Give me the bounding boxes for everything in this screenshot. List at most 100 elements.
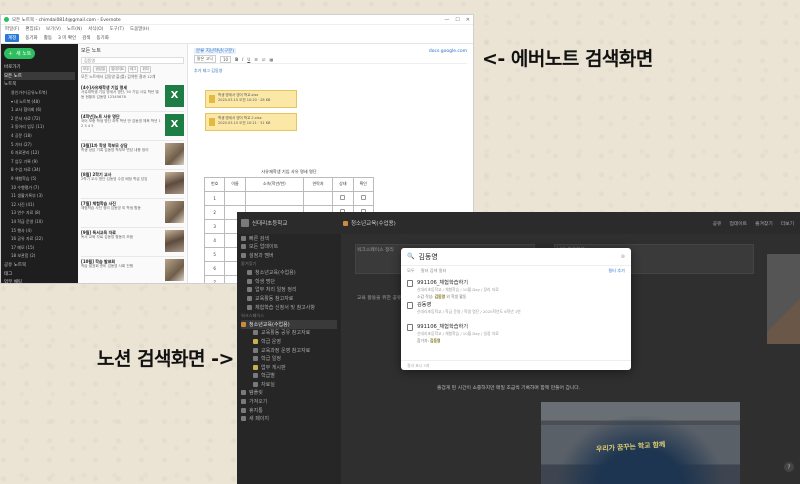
sidebar-item[interactable]: 휴지통 [241,406,337,415]
sidebar-item[interactable]: 8 수업 자료 (34) [4,166,75,175]
search-result[interactable]: 김동영 신대리초등학교 / 학급 운영 / 학생 명단 / 2020학년도 6학년… [401,298,631,320]
bold-icon[interactable]: B [235,57,238,62]
table-cell[interactable] [302,190,334,206]
checkbox-icon[interactable]: ☑ [262,57,266,62]
sidebar-item[interactable]: 6 자료관리 (12) [4,149,75,158]
search-input[interactable]: 김동영 [418,252,437,262]
sidebar-item[interactable]: 12 사진 (41) [4,201,75,210]
sidebar-item[interactable]: 2 문서 자료 (72) [4,115,75,124]
checkbox[interactable] [360,195,366,200]
sidebar-item[interactable]: 교육활동 공유 참고자료 [241,329,337,338]
updates-button[interactable]: 업데이트 [729,220,747,227]
sidebar-item[interactable]: 용인가수(공유노트북) [4,89,75,98]
menu-format[interactable]: 서식(O) [88,26,103,32]
search-result[interactable]: 991106_체험학습하기 신대리초등학교 / 체험학습 / 10월 Day / … [401,320,631,343]
sidebar-item[interactable]: 교육과정 운영 참고자료 [241,346,337,355]
filter-chip[interactable]: 모두 [81,66,92,73]
sidebar-item[interactable]: 모든 업데이트 [241,243,337,252]
sidebar-item[interactable]: 가져오기 [241,397,337,406]
sidebar-item[interactable]: 16 공유 자료 (22) [4,235,75,244]
list-item[interactable]: [10월] 학습 발표회 학습 발표회 준비 김동영 사회 진행 [81,257,184,283]
search-filter[interactable]: 필터 검색 필터 [421,268,447,274]
menu-help[interactable]: 도움말(H) [130,26,149,32]
sidebar-item[interactable]: 업무 게시판 [241,363,337,372]
maximize-button[interactable]: ☐ [455,17,459,23]
more-button[interactable]: 더보기 [781,220,794,227]
sidebar-item[interactable]: 교육활동 참고자료 [241,294,337,303]
help-icon[interactable]: ? [784,462,794,472]
sidebar-item[interactable]: 7 업무 기록 (9) [4,158,75,167]
sidebar-item[interactable]: 템플릿 [241,389,337,398]
tag-row[interactable]: 추가 태그 김동영 [194,68,467,74]
sidebar-item[interactable]: 학급 일정 [241,354,337,363]
font-select[interactable]: 맑은 고딕 [194,55,216,63]
minimize-button[interactable]: — [444,17,449,23]
sidebar-item[interactable]: 설정과 멤버 [241,251,337,260]
menu-note[interactable]: 노트(N) [67,26,82,32]
table-cell[interactable] [244,190,304,206]
clear-icon[interactable]: ⊗ [621,254,625,260]
menu-edit[interactable]: 편집(E) [25,26,40,32]
sidebar-item[interactable]: 10 수행평가 (7) [4,183,75,192]
account-button[interactable]: 계정 [5,34,20,42]
underline-icon[interactable]: U [247,57,250,62]
sidebar-item[interactable]: 노트북 [4,80,75,89]
search-scope[interactable]: 모두 [407,268,415,274]
filter-chip[interactable]: 위치 [140,66,151,73]
sidebar-item[interactable]: 11 생활기록부 (3) [4,192,75,201]
filter-chip[interactable]: 업데이트 [109,66,127,73]
sidebar-item[interactable]: 14 학급 운영 (10) [4,218,75,227]
toolbar-search[interactable]: 검색 [82,35,90,41]
filter-chip[interactable]: 생성일 [93,66,108,73]
filter-chip[interactable]: 태그 [128,66,139,73]
sidebar-item[interactable]: 9 체험학습 (5) [4,175,75,184]
sidebar-item[interactable]: ▾ 내 노트북 (48) [4,97,75,106]
sidebar-item[interactable]: 3 동아리 업무 (11) [4,123,75,132]
size-select[interactable]: 10 [220,55,232,63]
list-item[interactable]: [3월]1차 학생 학부모 상담 학생 상담 기록 김동영 학부모 면담 내용 정… [81,141,184,170]
sidebar-item[interactable]: 체험학습 신청서 및 참고사항 [241,303,337,312]
share-button[interactable]: 공유 [713,220,722,227]
sidebar-item[interactable]: 모든 노트 [4,71,75,81]
sidebar-item[interactable]: 17 메모 (15) [4,243,75,252]
search-result[interactable]: 991106_체험학습하기 신대리초등학교 / 체험학습 / 10월 Day / … [401,276,631,299]
sidebar-item[interactable]: 태그 [4,269,75,278]
toolbar-sync-2[interactable]: 동기화 [96,35,108,41]
breadcrumb[interactable]: 청소년교육(수업용) [343,219,396,227]
italic-icon[interactable]: I [242,57,243,62]
sidebar-item[interactable]: 15 행사 (4) [4,226,75,235]
table-icon[interactable]: ▦ [269,57,273,62]
list-icon[interactable]: ☰ [254,57,258,62]
sidebar-item[interactable]: 업무 처리 일정 정리 [241,286,337,295]
add-filter-button[interactable]: 필터 추가 [608,268,625,274]
sidebar-item[interactable]: 학생 명단 [241,277,337,286]
sidebar-item[interactable]: 1 교사 협의회 (6) [4,106,75,115]
search-input[interactable]: 김동영 [81,57,184,64]
list-item[interactable]: [8월] 2학기 교사 2학기 교사 명단 김동영 수업 배정 학급 담임 [81,170,184,199]
new-note-button[interactable]: ＋ 새 노트 [4,48,36,59]
share-link[interactable]: docs.google.com [429,49,467,54]
list-item[interactable]: [4수]사유재학생 기입 명세 사유재학생 기입 명세서 명단, 50 기입 사유… [81,83,184,112]
sidebar-item[interactable]: 공유 노트북 [4,261,75,270]
sidebar-item[interactable]: 4 공문 (18) [4,132,75,141]
sidebar-item[interactable]: 5 기타 (27) [4,140,75,149]
sidebar-item[interactable]: 새 페이지 [241,414,337,423]
sidebar-item[interactable]: 업무 채팅 [4,278,75,283]
attachment[interactable]: 학생 명세서 영어 학교 2.xlsx 2020.03.15 오전 10:21 … [205,113,297,131]
sidebar-item[interactable]: 바로가기 [4,63,75,72]
list-item[interactable]: [4학년]노트 사유 명단 국어 보충 학생 명단 과학 학년 반 김동영 체육 … [81,112,184,141]
sidebar-item[interactable]: 청소년교육(수업용) [241,268,337,277]
close-button[interactable]: ✕ [466,17,470,23]
sidebar-item[interactable]: 학급 운영 [241,337,337,346]
list-item[interactable]: [9월] 독서교육 자료 독서 교육 자료 김동영 활동지 모음 [81,228,184,257]
toolbar-activity[interactable]: 활동 [44,35,52,41]
menu-tools[interactable]: 도구(T) [109,26,124,32]
workspace-switcher[interactable]: 신대리초등학교 [241,219,287,227]
sidebar-item[interactable]: 13 연수 자료 (8) [4,209,75,218]
toolbar-unread[interactable]: 3 미 확인 [58,35,76,41]
notebook-tag[interactable]: 분류 지난학년(구분) [194,48,237,54]
sidebar-item[interactable]: 자료실 [241,380,337,389]
sidebar-item[interactable]: 18 보관함 (2) [4,252,75,261]
sidebar-item[interactable]: 청소년교육(수업용) [241,319,337,329]
menu-view[interactable]: 보기(V) [46,26,61,32]
